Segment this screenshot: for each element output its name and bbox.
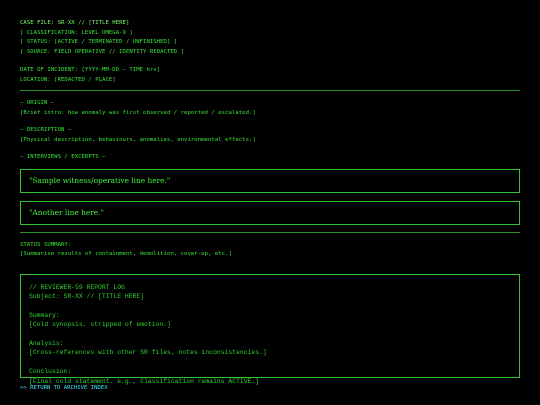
description-text: [Physical description, behaviours, anoma… — [20, 136, 256, 143]
interviews-heading: — INTERVIEWS / EXCERPTS — — [20, 154, 106, 160]
log-analysis-label: Analysis: — [29, 339, 64, 347]
description-section: — DESCRIPTION — [Physical description, b… — [20, 126, 520, 145]
classification-line: [ CLASSIFICATION: LEVEL OMEGA-9 ] — [20, 29, 133, 36]
interview-quote: "Sample witness/operative line here." — [20, 168, 520, 193]
reviewer-log-box: // REVIEWER-59 REPORT LOG Subject: SR-XX… — [20, 273, 520, 385]
log-summary-text: [Cold synopsis, stripped of emotion.] — [29, 321, 171, 329]
status-summary-text: [Summarise results of containment, demol… — [20, 251, 232, 257]
incident-date: DATE OF INCIDENT: [YYYY-MM-DD – TIME hrs… — [20, 67, 161, 73]
status-line: [ STATUS: [ACTIVE / TERMINATED / UNFINIS… — [20, 39, 178, 45]
interview-quote: "Another line here." — [20, 200, 520, 225]
origin-section: — ORIGIN — [Brief intro: how anomaly was… — [20, 99, 520, 118]
origin-heading: — ORIGIN — — [20, 100, 55, 106]
status-summary-heading: STATUS SUMMARY: — [20, 241, 72, 248]
origin-text: [Brief intro: how anomaly was first obse… — [20, 109, 256, 116]
source-line: [ SOURCE: FIELD OPERATIVE // IDENTITY RE… — [20, 48, 185, 55]
log-conclusion-label: Conclusion: — [29, 368, 72, 376]
log-summary-label: Summary: — [29, 311, 60, 319]
status-summary-section: STATUS SUMMARY: [Summarise results of co… — [20, 241, 520, 260]
description-heading: — DESCRIPTION — — [20, 127, 72, 133]
case-header: CASE FILE: SR-XX // [TITLE HERE] [ CLASS… — [20, 19, 520, 57]
case-file-page: CASE FILE: SR-XX // [TITLE HERE] [ CLASS… — [0, 0, 540, 393]
case-file-title: CASE FILE: SR-XX // [TITLE HERE] — [20, 20, 130, 26]
log-title: // REVIEWER-59 REPORT LOG — [29, 283, 125, 291]
interviews-section: — INTERVIEWS / EXCERPTS — "Sample witnes… — [20, 153, 520, 225]
log-subject: Subject: SR-XX // [TITLE HERE] — [29, 292, 145, 300]
return-to-archive-link[interactable]: >> RETURN TO ARCHIVE INDEX — [20, 384, 520, 393]
log-analysis-text: [Cross-references with other SR files, n… — [29, 349, 267, 357]
incident-location: LOCATION: [REDACTED / PLACE] — [20, 76, 116, 83]
incident-info: DATE OF INCIDENT: [YYYY-MM-DD – TIME hrs… — [20, 66, 520, 85]
